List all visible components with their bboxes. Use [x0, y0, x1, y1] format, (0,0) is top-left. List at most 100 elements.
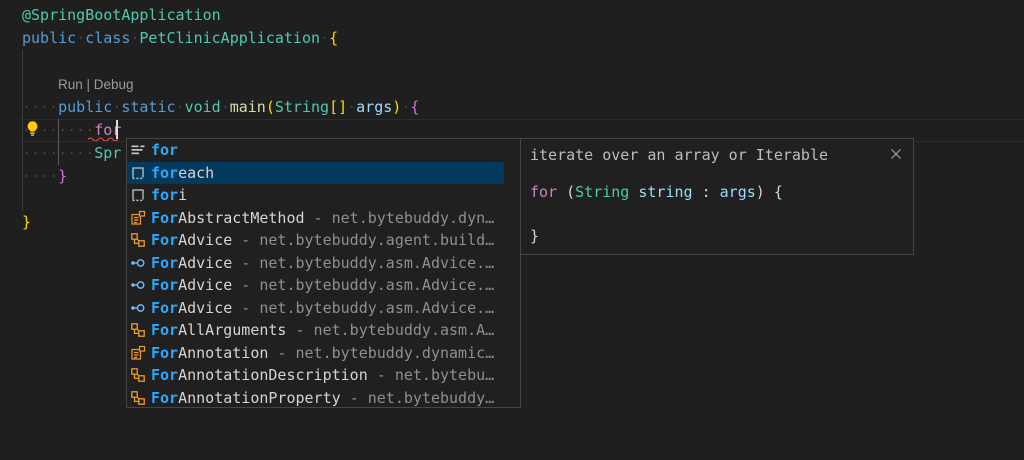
- code-token: ·: [76, 29, 85, 47]
- code-token: String: [575, 183, 629, 201]
- suggestion-item[interactable]: ForAdvice - net.bytebuddy.agent.build…: [127, 229, 504, 252]
- suggestion-label-text: i: [178, 186, 187, 204]
- code-token: public: [58, 98, 112, 116]
- suggestion-item[interactable]: fori: [127, 184, 504, 207]
- suggestion-match-text: For: [151, 321, 178, 339]
- suggestion-label-text: Advice: [178, 254, 232, 272]
- code-token: (: [557, 183, 575, 201]
- interface-icon: [130, 255, 146, 271]
- code-token: ·: [176, 98, 185, 116]
- code-token: ·: [347, 98, 356, 116]
- code-token: args: [720, 183, 756, 201]
- code-token: ·: [320, 29, 329, 47]
- code-token: ····: [22, 98, 58, 116]
- suggestion-item[interactable]: for: [127, 139, 504, 162]
- suggestion-item[interactable]: ForAnnotationProperty - net.bytebuddy…: [127, 387, 504, 410]
- suggest-list: forforeachforiForAbstractMethod - net.by…: [127, 139, 520, 409]
- code-line: }: [22, 211, 31, 234]
- suggestion-label-text: Annotation: [178, 344, 268, 362]
- suggestion-match-text: For: [151, 366, 178, 384]
- code-token: {: [329, 29, 338, 47]
- code-token: main: [230, 98, 266, 116]
- docs-description: iterate over an array or Iterable: [530, 144, 828, 166]
- suggestion-item[interactable]: ForAbstractMethod - net.bytebuddy.dyn…: [127, 207, 504, 230]
- code-token: args: [356, 98, 392, 116]
- code-token: string: [638, 183, 692, 201]
- suggestion-match-text: For: [151, 344, 178, 362]
- class-icon: [130, 322, 146, 338]
- suggestion-match-text: For: [151, 231, 178, 249]
- suggestion-label-text: Advice: [178, 231, 232, 249]
- suggestion-item[interactable]: ForAdvice - net.bytebuddy.asm.Advice.…: [127, 274, 504, 297]
- code-line: public·class·PetClinicApplication·{: [22, 27, 338, 50]
- error-squiggle: [88, 136, 118, 141]
- code-line: ········Spr: [22, 142, 121, 165]
- code-token: ·: [112, 98, 121, 116]
- code-token: }: [530, 227, 539, 245]
- suggestion-match-text: for: [151, 141, 178, 159]
- suggest-docs-panel: iterate over an array or Iterable for (S…: [520, 138, 914, 255]
- suggestion-match-text: for: [151, 186, 178, 204]
- code-token: []: [329, 98, 347, 116]
- code-token: ·: [401, 98, 410, 116]
- code-token: static: [121, 98, 175, 116]
- codelens-line: Run | Debug: [58, 73, 134, 96]
- scrollbar-gutter[interactable]: [503, 139, 520, 407]
- suggestion-item[interactable]: ForAllArguments - net.bytebuddy.asm.A…: [127, 319, 504, 342]
- code-token: ········: [22, 144, 94, 162]
- code-line: ····}: [22, 165, 67, 188]
- suggestion-label-text: AllArguments: [178, 321, 286, 339]
- suggestion-label-text: Advice: [178, 276, 232, 294]
- suggestion-match-text: For: [151, 209, 178, 227]
- code-token: ) {: [756, 183, 783, 201]
- suggestion-detail-text: - net.bytebuddy.dynamic…: [268, 344, 494, 362]
- code-line: @SpringBootApplication: [22, 4, 221, 27]
- code-token: PetClinicApplication: [139, 29, 320, 47]
- code-token: }: [22, 213, 31, 231]
- suggestion-detail-text: - net.bytebuddy.asm.Advice.…: [232, 299, 494, 317]
- suggestion-match-text: For: [151, 276, 178, 294]
- code-token: @SpringBootApplication: [22, 6, 221, 24]
- suggestion-detail-text: - net.bytebu…: [368, 366, 494, 384]
- code-token: {: [410, 98, 419, 116]
- suggestion-label-text: AnnotationDescription: [178, 366, 368, 384]
- lightbulb-icon[interactable]: [24, 120, 41, 137]
- code-token: ): [392, 98, 401, 116]
- suggestion-match-text: For: [151, 254, 178, 272]
- snippet-icon: [130, 165, 146, 181]
- close-icon[interactable]: [889, 146, 903, 160]
- code-line: ····public·static·void·main(String[]·arg…: [22, 96, 419, 119]
- suggestion-item[interactable]: foreach: [127, 162, 504, 185]
- enum-icon: [130, 210, 146, 226]
- text-cursor: [116, 120, 118, 139]
- suggestion-detail-text: - net.bytebuddy.asm.A…: [286, 321, 494, 339]
- codelens-debug-link[interactable]: Debug: [94, 77, 134, 92]
- interface-icon: [130, 277, 146, 293]
- suggestion-label-text: each: [178, 164, 214, 182]
- code-token: ·: [221, 98, 230, 116]
- code-token: void: [185, 98, 221, 116]
- interface-icon: [130, 300, 146, 316]
- docs-code-line: }: [530, 225, 539, 247]
- codelens-run-link[interactable]: Run: [58, 77, 83, 92]
- suggestion-item[interactable]: ForAnnotation - net.bytebuddy.dynamic…: [127, 342, 504, 365]
- code-token: (: [266, 98, 275, 116]
- suggestion-item[interactable]: ForAnnotationDescription - net.bytebu…: [127, 364, 504, 387]
- suggestion-detail-text: - net.bytebuddy.dyn…: [305, 209, 495, 227]
- snippet-icon: [130, 187, 146, 203]
- suggestion-detail-text: - net.bytebuddy.asm.Advice.…: [232, 254, 494, 272]
- suggestion-match-text: For: [151, 299, 178, 317]
- suggestion-item[interactable]: ForAdvice - net.bytebuddy.asm.Advice.…: [127, 252, 504, 275]
- suggestion-detail-text: - net.bytebuddy…: [341, 389, 495, 407]
- class-icon: [130, 367, 146, 383]
- code-token: Spr: [94, 144, 121, 162]
- suggestion-label-text: AbstractMethod: [178, 209, 304, 227]
- code-token: ····: [22, 167, 58, 185]
- suggestion-item[interactable]: ForAdvice - net.bytebuddy.asm.Advice.…: [127, 297, 504, 320]
- docs-code-line: for (String string : args) {: [530, 181, 783, 203]
- suggest-widget: forforeachforiForAbstractMethod - net.by…: [126, 138, 521, 408]
- keyword-icon: [130, 142, 146, 158]
- codelens-separator: |: [83, 77, 94, 92]
- class-icon: [130, 232, 146, 248]
- code-token: class: [85, 29, 130, 47]
